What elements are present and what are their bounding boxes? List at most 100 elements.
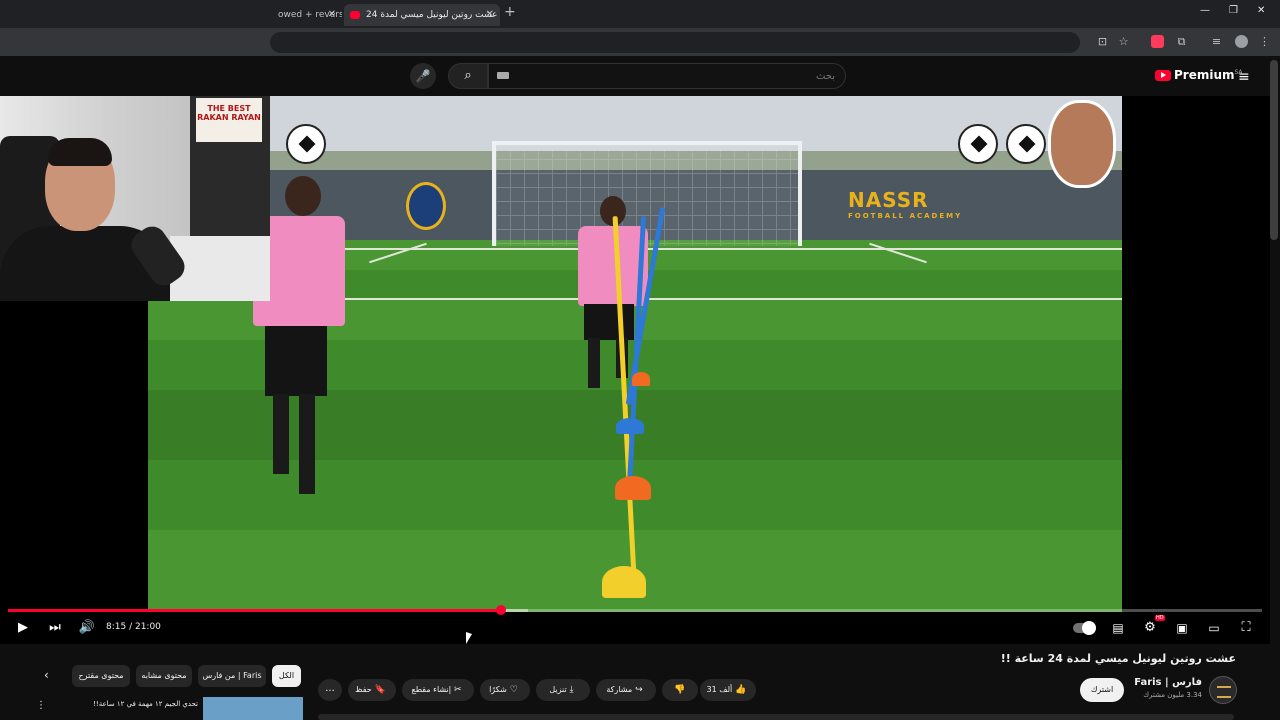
creator-face-sticker (1048, 100, 1116, 188)
academy-name: NASSR (848, 188, 929, 212)
training-cone (632, 372, 650, 386)
hd-badge: HD (1155, 615, 1165, 621)
download-label: تنزيل (549, 685, 567, 694)
page-scrollbar[interactable] (1270, 60, 1278, 240)
soccer-ball-icon (958, 124, 998, 164)
search-button[interactable]: ⌕ (448, 63, 488, 89)
window-close-button[interactable]: ✕ (1257, 5, 1265, 16)
thumbs-down-icon: 👎 (674, 685, 686, 695)
academy-signage: NASSR FOOTBALL ACADEMY (848, 188, 962, 220)
thumbs-up-icon: 👍 (735, 685, 747, 695)
like-count: 31 ألف (706, 685, 733, 694)
media-controls-icon[interactable]: ≡ (1210, 35, 1223, 48)
play-icon[interactable]: ▶ (14, 619, 32, 637)
time-display: 8:15 / 21:00 (106, 622, 161, 632)
mouse-cursor-icon (466, 632, 472, 644)
subtitles-icon[interactable]: ▤ (1108, 619, 1128, 637)
install-app-icon[interactable]: ⊡ (1096, 35, 1109, 48)
microphone-icon: 🎤 (415, 69, 431, 83)
chip-related[interactable]: محتوى مشابه (136, 665, 192, 687)
nassr-crest-logo (406, 182, 446, 230)
volume-icon[interactable]: 🔊 (78, 619, 96, 637)
share-button[interactable]: مشاركة ↪ (596, 679, 656, 701)
chevron-left-icon[interactable]: ‹ (44, 668, 49, 682)
progress-bar[interactable] (8, 609, 1262, 612)
clip-label: إنشاء مقطع (411, 685, 451, 694)
tab-title: عشت روتين ليونيل ميسي لمدة 24 (366, 10, 498, 20)
share-label: مشاركة (606, 685, 633, 694)
chip-all[interactable]: الكل (272, 665, 301, 687)
address-bar[interactable] (270, 32, 1080, 53)
soccer-ball-icon (1006, 124, 1046, 164)
academy-subtitle: FOOTBALL ACADEMY (848, 212, 963, 220)
youtube-premium-logo[interactable]: PremiumSA (1155, 68, 1243, 84)
search-input[interactable] (488, 63, 846, 89)
download-icon: ⤓ (569, 685, 574, 695)
keyboard-icon[interactable] (497, 72, 509, 79)
training-cone (602, 566, 646, 598)
poster-text: THE BEST RAKAN RAYAN (197, 104, 261, 122)
training-cone (616, 418, 644, 434)
bookmark-star-icon[interactable]: ☆ (1117, 35, 1130, 48)
miniplayer-icon[interactable]: ▣ (1172, 619, 1192, 637)
profile-avatar[interactable] (1235, 35, 1248, 48)
webcam-poster: THE BEST RAKAN RAYAN (196, 98, 262, 142)
chip-from-channel[interactable]: من فارس | Faris (198, 665, 266, 687)
recommended-more-icon[interactable]: ⋮ (36, 700, 46, 711)
chrome-menu-icon[interactable]: ⋮ (1258, 35, 1271, 48)
recommended-video-thumbnail[interactable] (203, 697, 303, 720)
screen: owed + revers ✕ عشت روتين ليونيل ميسي لم… (0, 0, 1280, 720)
browser-toolbar: ⊡ ☆ ⧉ ≡ ⋮ (0, 28, 1280, 56)
extensions-puzzle-icon[interactable]: ⧉ (1175, 35, 1188, 48)
settings-gear-icon[interactable]: ⚙ (1140, 619, 1160, 637)
share-icon: ↪ (635, 685, 643, 695)
minimize-button[interactable]: — (1200, 5, 1210, 16)
more-actions-button[interactable]: ... (318, 679, 342, 701)
bookmark-icon: 🔖 (374, 685, 386, 695)
browser-tab-bar: owed + revers ✕ عشت روتين ليونيل ميسي لم… (0, 0, 1280, 28)
youtube-masthead: 🎤 ⌕ PremiumSA ≡ (0, 56, 1280, 96)
subscribe-button[interactable]: اشترك (1080, 678, 1124, 702)
search-icon: ⌕ (464, 68, 472, 83)
video-title: عشت روتين ليونيل ميسي لمدة 24 ساعة !! (1000, 652, 1236, 665)
guide-menu-icon[interactable]: ≡ (1238, 69, 1250, 85)
webcam-overlay: THE BEST RAKAN RAYAN (0, 96, 270, 301)
save-button[interactable]: حفظ 🔖 (348, 679, 396, 701)
youtube-favicon-icon (350, 11, 360, 19)
browser-tab-active[interactable]: عشت روتين ليونيل ميسي لمدة 24 ✕ (344, 4, 500, 26)
clip-button[interactable]: إنشاء مقطع ✂ (402, 679, 474, 701)
extension-icon[interactable] (1151, 35, 1164, 48)
new-tab-button[interactable]: + (504, 4, 516, 20)
theater-mode-icon[interactable]: ▭ (1204, 619, 1224, 637)
tab-close-icon[interactable]: ✕ (486, 4, 494, 26)
like-button[interactable]: 31 ألف 👍 (700, 679, 756, 701)
recommended-video-title[interactable]: تحدي الجيم ١٢ مهمة في ١٢ ساعة!! (70, 700, 198, 708)
soccer-ball-icon (286, 124, 326, 164)
fullscreen-icon[interactable]: ⛶ (1236, 619, 1256, 637)
played-bar (8, 609, 501, 612)
tab-close-icon[interactable]: ✕ (328, 4, 336, 26)
video-details: عشت روتين ليونيل ميسي لمدة 24 ساعة !! فا… (0, 644, 1280, 720)
chip-recommended[interactable]: محتوى مقترح (72, 665, 130, 687)
youtube-play-logo-icon (1155, 70, 1171, 81)
horizontal-scrollbar[interactable] (318, 714, 1234, 720)
voice-search-button[interactable]: 🎤 (410, 63, 436, 89)
browser-tab-inactive[interactable]: owed + revers ✕ (270, 4, 342, 26)
scrubber-handle[interactable] (495, 605, 506, 615)
video-player[interactable]: NASSR FOOTBALL ACADEMY ▶ ⏭ 🔊 8:15 / 21:0… (0, 96, 1270, 644)
heart-icon: ♡ (509, 685, 518, 695)
video-frame[interactable]: NASSR FOOTBALL ACADEMY (148, 96, 1122, 612)
download-button[interactable]: تنزيل ⤓ (536, 679, 590, 701)
channel-avatar[interactable] (1209, 676, 1237, 704)
restore-button[interactable]: ❐ (1229, 5, 1238, 16)
logo-text: Premium (1174, 68, 1235, 82)
streamer (0, 136, 170, 301)
dislike-button[interactable]: 👎 (662, 679, 698, 701)
autoplay-toggle[interactable] (1073, 621, 1096, 635)
training-cone (615, 476, 651, 500)
next-icon[interactable]: ⏭ (46, 619, 64, 637)
save-label: حفظ (355, 685, 372, 694)
thanks-button[interactable]: شكرًا ♡ (480, 679, 530, 701)
thanks-label: شكرًا (489, 685, 507, 694)
scissors-icon: ✂ (453, 685, 462, 695)
